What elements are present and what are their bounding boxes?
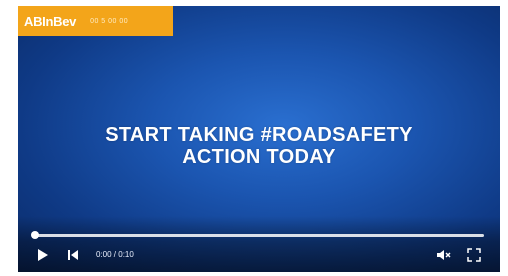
video-player[interactable]: ABInBev 00 5 00 00 START TAKING #ROADSAF… [18, 6, 500, 272]
progress-bar[interactable] [31, 231, 484, 239]
play-button[interactable] [34, 244, 52, 266]
fullscreen-icon [467, 248, 481, 262]
play-icon [38, 249, 48, 261]
brand-logo: ABInBev 00 5 00 00 [18, 6, 173, 36]
skip-back-button[interactable] [64, 244, 82, 266]
skip-back-icon [68, 250, 78, 260]
fullscreen-button[interactable] [464, 244, 484, 266]
progress-handle[interactable] [31, 231, 39, 239]
volume-button[interactable] [434, 244, 454, 266]
video-headline: START TAKING #ROADSAFETY ACTION TODAY [18, 124, 500, 168]
headline-line-1: START TAKING #ROADSAFETY [105, 124, 413, 146]
headline-line-2: ACTION TODAY [182, 146, 336, 168]
volume-muted-icon [437, 250, 451, 260]
time-display: 0:00 / 0:10 [96, 250, 134, 259]
control-bar: 0:00 / 0:10 [18, 216, 500, 272]
brand-subtext: 00 5 00 00 [90, 17, 129, 25]
brand-name: ABInBev [24, 13, 77, 29]
